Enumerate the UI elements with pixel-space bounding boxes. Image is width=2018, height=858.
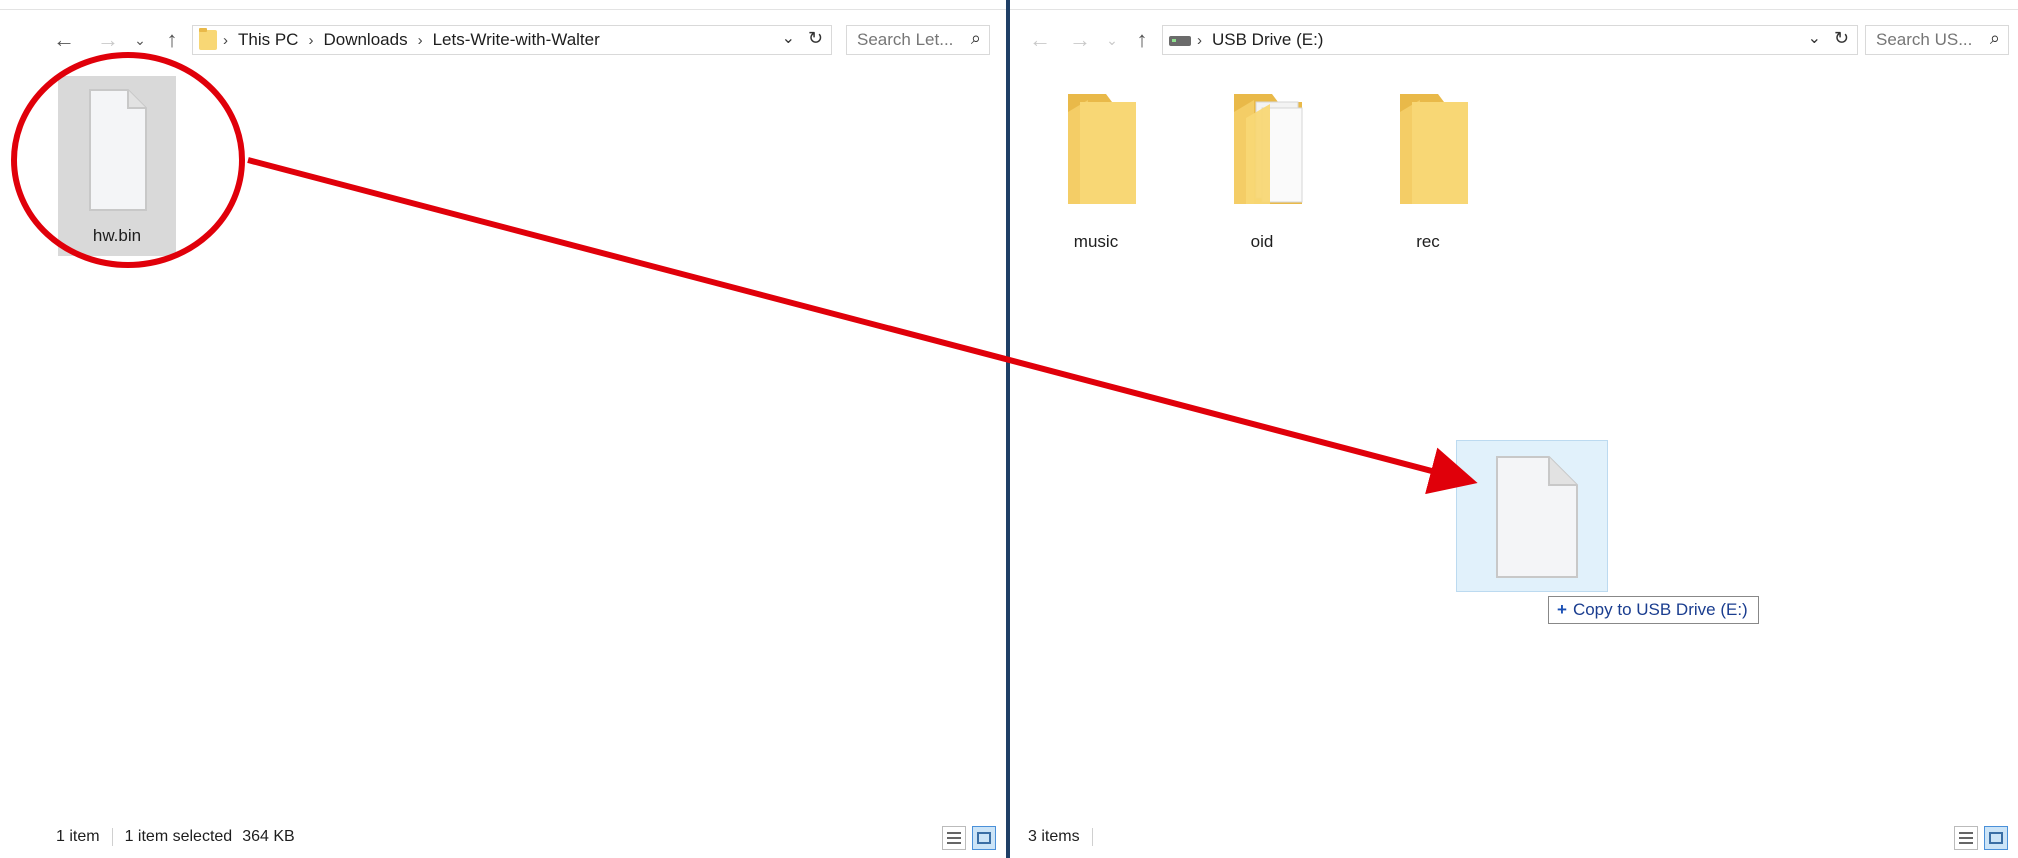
folder-item-oid[interactable]: oid <box>1212 76 1312 251</box>
large-icons-view-icon[interactable] <box>972 826 996 850</box>
breadcrumb-separator: › <box>308 31 314 49</box>
drag-preview <box>1456 440 1608 592</box>
navigation-bar: ← → ⌄ ↑ › This PC › Downloads › Lets-Wri… <box>0 22 1006 58</box>
file-name-label: hw.bin <box>92 226 142 245</box>
search-box[interactable]: Search Let... ⌕ <box>846 25 990 55</box>
search-placeholder: Search US... <box>1876 30 1973 49</box>
back-arrow-icon[interactable]: ← <box>1026 26 1054 54</box>
breadcrumb-separator: › <box>417 31 423 49</box>
status-divider <box>111 828 113 846</box>
chevron-down-icon[interactable]: ⌄ <box>1098 26 1126 54</box>
status-divider <box>1091 828 1093 846</box>
breadcrumb-current-folder[interactable]: Lets-Write-with-Walter <box>433 30 600 50</box>
chevron-down-icon[interactable]: ⌄ <box>1808 28 1821 48</box>
breadcrumb-usb-drive[interactable]: USB Drive (E:) <box>1212 30 1323 50</box>
breadcrumb-downloads[interactable]: Downloads <box>323 30 407 50</box>
breadcrumb-this-pc[interactable]: This PC <box>238 30 298 50</box>
search-placeholder: Search Let... <box>857 30 954 49</box>
search-box[interactable]: Search US... ⌕ <box>1865 25 2009 55</box>
file-list-area: music oid rec <box>1010 60 2018 816</box>
view-switcher <box>942 826 996 850</box>
folder-name-label: rec <box>1416 232 1440 251</box>
right-explorer-window: ← → ⌄ ↑ › USB Drive (E:) ⌄ ↻ Search US..… <box>1010 0 2018 858</box>
chevron-down-icon[interactable]: ⌄ <box>126 26 154 54</box>
file-icon <box>1496 456 1578 578</box>
back-arrow-icon[interactable]: ← <box>50 26 78 54</box>
selection-size: 364 KB <box>242 828 295 845</box>
left-explorer-window: ← → ⌄ ↑ › This PC › Downloads › Lets-Wri… <box>0 0 1006 858</box>
folder-icon <box>1400 94 1468 204</box>
folder-name-label: music <box>1073 232 1119 251</box>
address-bar[interactable]: › USB Drive (E:) ⌄ ↻ <box>1162 25 1858 55</box>
drop-tooltip: + Copy to USB Drive (E:) <box>1548 596 1759 624</box>
item-count: 3 items <box>1028 828 1080 845</box>
details-view-icon[interactable] <box>942 826 966 850</box>
drop-tooltip-text: Copy to USB Drive (E:) <box>1572 600 1748 619</box>
up-arrow-icon[interactable]: ↑ <box>1128 26 1156 54</box>
address-bar[interactable]: › This PC › Downloads › Lets-Write-with-… <box>192 25 832 55</box>
file-icon <box>89 89 147 211</box>
refresh-icon[interactable]: ↻ <box>808 28 823 49</box>
chevron-down-icon[interactable]: ⌄ <box>782 28 795 48</box>
file-list-area: hw.bin <box>0 60 1006 816</box>
forward-arrow-icon[interactable]: → <box>1066 26 1094 54</box>
folder-name-label: oid <box>1250 232 1274 251</box>
folder-icon <box>199 28 217 50</box>
large-icons-view-icon[interactable] <box>1984 826 2008 850</box>
folder-item-rec[interactable]: rec <box>1378 76 1478 251</box>
refresh-icon[interactable]: ↻ <box>1834 28 1849 49</box>
search-icon[interactable]: ⌕ <box>1990 28 2000 49</box>
up-arrow-icon[interactable]: ↑ <box>158 26 186 54</box>
view-switcher <box>1954 826 2008 850</box>
file-item-hw-bin[interactable]: hw.bin <box>58 76 176 256</box>
item-count: 1 item <box>56 828 100 845</box>
search-icon[interactable]: ⌕ <box>971 28 981 49</box>
details-view-icon[interactable] <box>1954 826 1978 850</box>
navigation-bar: ← → ⌄ ↑ › USB Drive (E:) ⌄ ↻ Search US..… <box>1010 22 2018 58</box>
breadcrumb-separator: › <box>223 31 228 49</box>
copy-plus-icon: + <box>1557 600 1567 619</box>
usb-drive-icon <box>1169 36 1191 46</box>
selection-count: 1 item selected <box>124 828 233 845</box>
breadcrumb-separator: › <box>1197 31 1202 49</box>
status-bar: 3 items <box>1010 816 2018 858</box>
status-bar: 1 item 1 item selected 364 KB <box>0 816 1006 858</box>
folder-icon <box>1068 94 1136 204</box>
folder-icon <box>1234 94 1303 204</box>
forward-arrow-icon[interactable]: → <box>94 26 122 54</box>
ribbon-edge <box>0 0 1006 10</box>
folder-item-music[interactable]: music <box>1046 76 1146 251</box>
ribbon-edge <box>1010 0 2018 10</box>
